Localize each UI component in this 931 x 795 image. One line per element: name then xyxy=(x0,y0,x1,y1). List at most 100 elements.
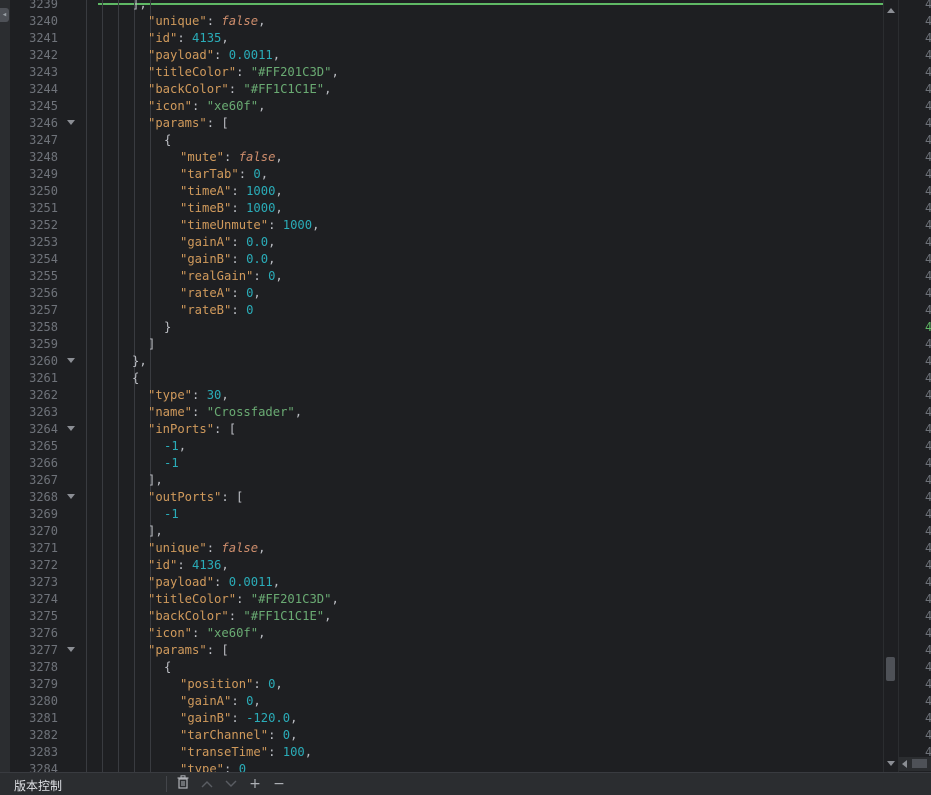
code-line[interactable]: 3276 "icon": "xe60f", xyxy=(10,625,883,642)
code-line[interactable]: 3252 "timeUnmute": 1000, xyxy=(10,217,883,234)
code-line[interactable]: 3260}, xyxy=(10,353,883,370)
line-number: 3245 xyxy=(29,99,58,113)
scroll-down-icon[interactable] xyxy=(887,761,895,766)
code-token: , xyxy=(275,184,283,198)
code-line[interactable]: 3246 "params": [ xyxy=(10,115,883,132)
code-line[interactable]: 3283 "transeTime": 100, xyxy=(10,744,883,761)
code-line[interactable]: 3281 "gainB": -120.0, xyxy=(10,710,883,727)
code-line[interactable]: 3254 "gainB": 0.0, xyxy=(10,251,883,268)
code-line[interactable]: 3250 "timeA": 1000, xyxy=(10,183,883,200)
code-line[interactable]: 3255 "realGain": 0, xyxy=(10,268,883,285)
code-token: , xyxy=(221,31,229,45)
code-line[interactable]: 3277 "params": [ xyxy=(10,642,883,659)
scrollbar-thumb[interactable] xyxy=(886,657,895,681)
line-number: 3263 xyxy=(29,405,58,419)
code-line[interactable]: 3282 "tarChannel": 0, xyxy=(10,727,883,744)
code-line[interactable]: 3249 "tarTab": 0, xyxy=(10,166,883,183)
code-line[interactable]: 3272 "id": 4136, xyxy=(10,557,883,574)
code-line[interactable]: 3239], xyxy=(10,0,883,13)
line-number: 3259 xyxy=(29,337,58,351)
code-line[interactable]: 3245 "icon": "xe60f", xyxy=(10,98,883,115)
fold-toggle-icon[interactable] xyxy=(67,120,75,125)
code-token: 0 xyxy=(253,167,261,181)
line-number: 3282 xyxy=(29,728,58,742)
fold-toggle-icon[interactable] xyxy=(67,647,75,652)
code-line[interactable]: 3251 "timeB": 1000, xyxy=(10,200,883,217)
vertical-scrollbar[interactable] xyxy=(883,0,898,772)
code-text: -1, xyxy=(164,438,186,455)
secondary-line-number: 4 xyxy=(925,167,931,181)
secondary-line-number: 4 xyxy=(925,201,931,215)
code-line[interactable]: 3263 "name": "Crossfader", xyxy=(10,404,883,421)
secondary-line-number: 4 xyxy=(925,609,931,623)
code-line[interactable]: 3257 "rateB": 0 xyxy=(10,302,883,319)
code-text: "payload": 0.0011, xyxy=(148,47,280,64)
code-line[interactable]: 3279 "position": 0, xyxy=(10,676,883,693)
fold-toggle-icon[interactable] xyxy=(67,426,75,431)
add-icon[interactable]: + xyxy=(246,775,264,793)
secondary-line-number: 4 xyxy=(925,269,931,283)
code-line[interactable]: 3258} xyxy=(10,319,883,336)
code-line[interactable]: 3275 "backColor": "#FF1C1C1E", xyxy=(10,608,883,625)
arrow-down-icon[interactable] xyxy=(222,775,240,793)
code-token: ], xyxy=(148,524,163,538)
code-line[interactable]: 3274 "titleColor": "#FF201C3D", xyxy=(10,591,883,608)
code-line[interactable]: 3253 "gainA": 0.0, xyxy=(10,234,883,251)
version-control-tab[interactable]: 版本控制 xyxy=(14,777,62,794)
code-line[interactable]: 3267], xyxy=(10,472,883,489)
code-token: "timeB" xyxy=(180,201,232,215)
secondary-line-number: 4 xyxy=(925,677,931,691)
code-text: "realGain": 0, xyxy=(180,268,283,285)
code-line[interactable]: 3284 "type": 0 xyxy=(10,761,883,772)
scroll-left-icon[interactable] xyxy=(902,760,907,768)
code-token: ] xyxy=(148,337,156,351)
code-text: "titleColor": "#FF201C3D", xyxy=(148,591,339,608)
code-line[interactable]: 3241 "id": 4135, xyxy=(10,30,883,47)
line-number: 3258 xyxy=(29,320,58,334)
code-editor[interactable]: 3239], 3240 "unique": false, 3241 "id": 4135… xyxy=(10,0,883,772)
code-line[interactable]: 3259] xyxy=(10,336,883,353)
fold-toggle-icon[interactable] xyxy=(67,358,75,363)
code-line[interactable]: 3273 "payload": 0.0011, xyxy=(10,574,883,591)
code-text: "timeUnmute": 1000, xyxy=(180,217,319,234)
code-text: "gainA": 0.0, xyxy=(180,234,275,251)
code-token: "id" xyxy=(148,31,178,45)
code-line[interactable]: 3243 "titleColor": "#FF201C3D", xyxy=(10,64,883,81)
arrow-up-icon[interactable] xyxy=(198,775,216,793)
horizontal-scrollbar[interactable] xyxy=(898,757,931,771)
collapse-icon[interactable]: ◂ xyxy=(0,8,9,22)
code-line[interactable]: 3262 "type": 30, xyxy=(10,387,883,404)
code-line[interactable]: 3268 "outPorts": [ xyxy=(10,489,883,506)
trash-icon[interactable] xyxy=(174,775,192,793)
code-text: "gainB": 0.0, xyxy=(180,251,275,268)
code-line[interactable]: 3247 { xyxy=(10,132,883,149)
secondary-line-number: 4 xyxy=(925,694,931,708)
code-line[interactable]: 3261 { xyxy=(10,370,883,387)
code-line[interactable]: 3265 -1, xyxy=(10,438,883,455)
code-token: { xyxy=(132,371,140,385)
scroll-up-icon[interactable] xyxy=(887,8,895,13)
line-number: 3260 xyxy=(29,354,58,368)
code-line[interactable]: 3244 "backColor": "#FF1C1C1E", xyxy=(10,81,883,98)
code-token: "xe60f" xyxy=(206,99,259,113)
code-token: }, xyxy=(132,354,147,368)
remove-icon[interactable]: − xyxy=(270,775,288,793)
code-line[interactable]: 3242 "payload": 0.0011, xyxy=(10,47,883,64)
code-text: "timeB": 1000, xyxy=(180,200,283,217)
line-number: 3274 xyxy=(29,592,58,606)
code-line[interactable]: 3248 "mute": false, xyxy=(10,149,883,166)
fold-toggle-icon[interactable] xyxy=(67,494,75,499)
secondary-editor-pane[interactable]: 4 4 4 4 4 4 4 4 4 4 4 4 4 4 4 4 4 4 4 4 4 4 4 4 4 4 4 4 4 4 4 4 4 4 4 4 4 4 4 4… xyxy=(898,0,931,772)
code-token: : xyxy=(206,14,222,28)
code-line[interactable]: 3278 { xyxy=(10,659,883,676)
code-line[interactable]: 3240 "unique": false, xyxy=(10,13,883,30)
horizontal-scrollbar-thumb[interactable] xyxy=(912,759,927,768)
code-line[interactable]: 3280 "gainA": 0, xyxy=(10,693,883,710)
code-token: , xyxy=(290,711,298,725)
code-line[interactable]: 3270], xyxy=(10,523,883,540)
code-line[interactable]: 3271 "unique": false, xyxy=(10,540,883,557)
code-line[interactable]: 3269 -1 xyxy=(10,506,883,523)
code-line[interactable]: 3266 -1 xyxy=(10,455,883,472)
code-line[interactable]: 3256 "rateA": 0, xyxy=(10,285,883,302)
code-line[interactable]: 3264 "inPorts": [ xyxy=(10,421,883,438)
